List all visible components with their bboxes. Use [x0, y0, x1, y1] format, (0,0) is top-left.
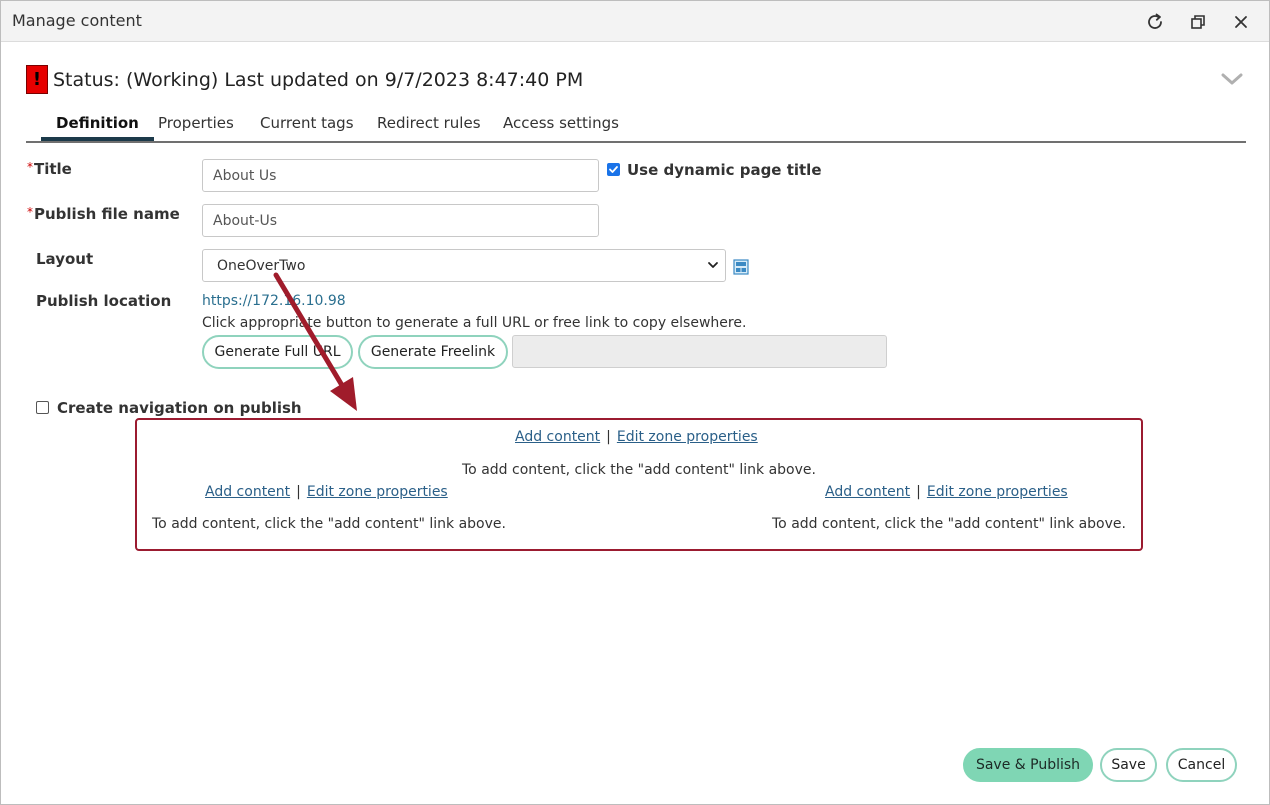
warning-flag-icon: !	[26, 65, 48, 94]
generated-url-field[interactable]	[512, 335, 887, 368]
top-zone-hint: To add content, click the "add content" …	[462, 462, 816, 478]
tab-bar: Definition Properties Current tags Redir…	[26, 109, 1246, 143]
restore-icon[interactable]	[1185, 9, 1211, 35]
tab-definition[interactable]: Definition	[41, 113, 154, 141]
add-content-link[interactable]: Add content	[515, 429, 600, 445]
link-separator: |	[606, 429, 611, 445]
add-content-link[interactable]: Add content	[825, 484, 910, 500]
link-separator: |	[916, 484, 921, 500]
publish-location-label: Publish location	[36, 292, 172, 310]
required-mark: *	[27, 205, 33, 219]
left-zone-hint: To add content, click the "add content" …	[152, 516, 506, 532]
layout-preview-icon[interactable]	[733, 259, 749, 279]
right-zone-links: Add content | Edit zone properties	[825, 484, 1068, 500]
dialog-title: Manage content	[12, 11, 142, 30]
status-row: ! Status: (Working) Last updated on 9/7/…	[26, 65, 583, 94]
file-name-input[interactable]	[202, 204, 599, 237]
edit-zone-properties-link[interactable]: Edit zone properties	[617, 429, 758, 445]
title-label: *Title	[27, 160, 72, 178]
chevron-down-icon	[707, 259, 719, 275]
create-navigation-label: Create navigation on publish	[57, 399, 302, 417]
dynamic-title-label: Use dynamic page title	[627, 161, 822, 179]
layout-selected-value: OneOverTwo	[217, 257, 306, 274]
add-content-link[interactable]: Add content	[205, 484, 290, 500]
layout-select[interactable]: OneOverTwo	[202, 249, 726, 282]
status-text: Status: (Working) Last updated on 9/7/20…	[53, 68, 584, 91]
layout-zones-panel: Add content | Edit zone properties To add …	[135, 418, 1143, 551]
title-input[interactable]	[202, 159, 599, 192]
edit-zone-properties-link[interactable]: Edit zone properties	[307, 484, 448, 500]
cancel-button[interactable]: Cancel	[1166, 748, 1237, 782]
layout-label: Layout	[36, 250, 94, 268]
create-navigation-checkbox[interactable]	[36, 401, 49, 414]
top-zone-links: Add content | Edit zone properties	[515, 429, 758, 445]
file-name-label: *Publish file name	[27, 205, 180, 223]
tab-access-settings[interactable]: Access settings	[488, 113, 634, 141]
right-zone-hint: To add content, click the "add content" …	[772, 516, 1126, 532]
generate-full-url-button[interactable]: Generate Full URL	[202, 335, 353, 369]
dynamic-title-checkbox[interactable]	[607, 163, 620, 176]
edit-zone-properties-link[interactable]: Edit zone properties	[927, 484, 1068, 500]
chevron-down-icon[interactable]	[1221, 71, 1243, 90]
tab-current-tags[interactable]: Current tags	[245, 113, 369, 141]
required-mark: *	[27, 160, 33, 174]
save-and-publish-button[interactable]: Save & Publish	[963, 748, 1093, 782]
tab-redirect-rules[interactable]: Redirect rules	[362, 113, 496, 141]
refresh-icon[interactable]	[1142, 9, 1168, 35]
save-button[interactable]: Save	[1100, 748, 1157, 782]
generate-freelink-button[interactable]: Generate Freelink	[358, 335, 508, 369]
manage-content-dialog: Manage content ! Status: (Working) Last …	[0, 0, 1270, 805]
link-separator: |	[296, 484, 301, 500]
publish-location-url[interactable]: https://172.16.10.98	[202, 293, 346, 309]
dialog-titlebar: Manage content	[1, 1, 1269, 42]
left-zone-links: Add content | Edit zone properties	[205, 484, 448, 500]
close-icon[interactable]	[1228, 9, 1254, 35]
tab-properties[interactable]: Properties	[143, 113, 249, 141]
publish-location-hint: Click appropriate button to generate a f…	[202, 315, 747, 331]
